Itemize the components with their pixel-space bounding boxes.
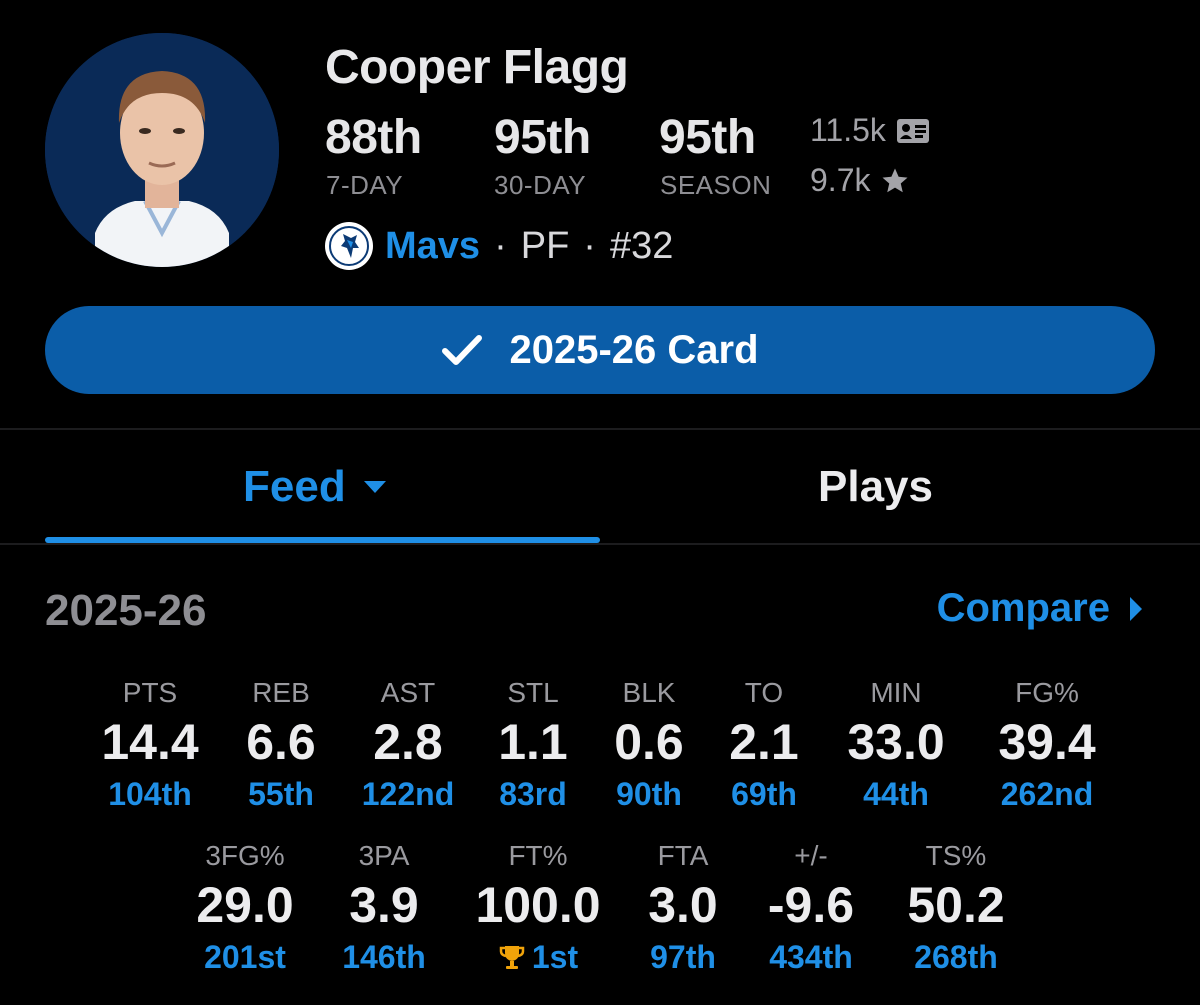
stat-ts-pct: TS% 50.2 268th: [881, 839, 1031, 977]
team-row: Mavs · PF · #32: [325, 222, 673, 270]
cards-count-value: 11.5k: [810, 112, 886, 148]
stat-to: TO 2.1 69th: [689, 676, 839, 814]
stat-plus-minus: +/- -9.6 434th: [736, 839, 886, 977]
stat-rank: 201st: [204, 939, 286, 975]
rank-season-value: 95th: [659, 111, 756, 164]
season-card-button[interactable]: 2025-26 Card: [45, 306, 1155, 394]
stat-label: FG%: [1015, 677, 1079, 708]
stat-label: 3PA: [358, 840, 410, 871]
team-link[interactable]: Mavs: [385, 225, 480, 268]
stat-min: MIN 33.0 44th: [821, 676, 971, 814]
stat-rank-with-trophy: 1st: [463, 937, 613, 977]
player-number: #32: [609, 224, 674, 267]
player-avatar: [45, 33, 279, 267]
stat-value: 39.4: [998, 714, 1096, 770]
tab-plays-label: Plays: [818, 462, 933, 511]
checkmark-icon: [442, 335, 483, 365]
stat-label: FT%: [508, 840, 568, 871]
divider: [0, 428, 1200, 430]
stat-value: 33.0: [847, 714, 945, 770]
stat-label: TO: [744, 677, 784, 708]
stat-rank: 146th: [342, 939, 426, 975]
caret-right-icon: [1130, 596, 1142, 621]
mavs-logo-icon: [325, 222, 373, 270]
favorites-count-value: 9.7k: [810, 162, 871, 198]
divider: [0, 543, 1200, 545]
stat-label: TS%: [925, 840, 987, 871]
rank-7day-label: 7-DAY: [326, 170, 404, 200]
caret-down-icon: [363, 481, 386, 493]
stat-rank: 262nd: [1000, 776, 1094, 812]
stat-value: -9.6: [767, 877, 855, 933]
player-photo: [45, 33, 279, 267]
tab-feed[interactable]: Feed: [243, 462, 388, 512]
stat-label: +/-: [794, 840, 828, 871]
separator: ·: [494, 224, 507, 267]
season-card-label: 2025-26 Card: [509, 327, 759, 372]
cards-count[interactable]: 11.5k: [810, 112, 930, 149]
season-label: 2025-26: [45, 586, 207, 635]
rank-30day-label: 30-DAY: [494, 170, 587, 200]
star-icon: [882, 168, 908, 192]
stat-label: MIN: [870, 677, 922, 708]
stat-rank: 44th: [863, 776, 929, 812]
stat-label: PTS: [122, 677, 178, 708]
stat-ft-pct: FT% 100.0 1st: [463, 839, 613, 977]
favorites-count[interactable]: 9.7k: [810, 162, 910, 199]
stat-pts: PTS 14.4 104th: [75, 676, 225, 814]
stat-rank: 104th: [108, 776, 192, 812]
stat-value: 3.9: [349, 877, 419, 933]
stat-value: 14.4: [101, 714, 199, 770]
tab-plays[interactable]: Plays: [818, 462, 933, 512]
compare-button[interactable]: Compare: [937, 586, 1144, 631]
tab-feed-label: Feed: [243, 462, 346, 511]
trophy-icon: [499, 946, 525, 969]
rank-season-label: SEASON: [660, 170, 772, 200]
rank-30day-value: 95th: [494, 111, 591, 164]
stat-rank: 1st: [531, 939, 579, 975]
stat-value: 2.1: [729, 714, 799, 770]
stat-label: 3FG%: [205, 840, 285, 871]
stat-value: 29.0: [196, 877, 294, 933]
stat-fg-pct: FG% 39.4 262nd: [972, 676, 1122, 814]
stat-value: 100.0: [475, 877, 601, 933]
stat-value: 50.2: [907, 877, 1005, 933]
stat-rank: 434th: [769, 939, 853, 975]
id-card-icon: [896, 118, 929, 143]
compare-label: Compare: [936, 586, 1110, 630]
stat-3fg-pct: 3FG% 29.0 201st: [170, 839, 320, 977]
stat-rank: 268th: [914, 939, 998, 975]
stat-3pa: 3PA 3.9 146th: [309, 839, 459, 977]
stat-rank: 69th: [731, 776, 797, 812]
rank-7day-value: 88th: [325, 111, 422, 164]
player-name: Cooper Flagg: [325, 41, 629, 94]
separator: ·: [583, 224, 596, 267]
player-position: PF: [520, 224, 570, 267]
